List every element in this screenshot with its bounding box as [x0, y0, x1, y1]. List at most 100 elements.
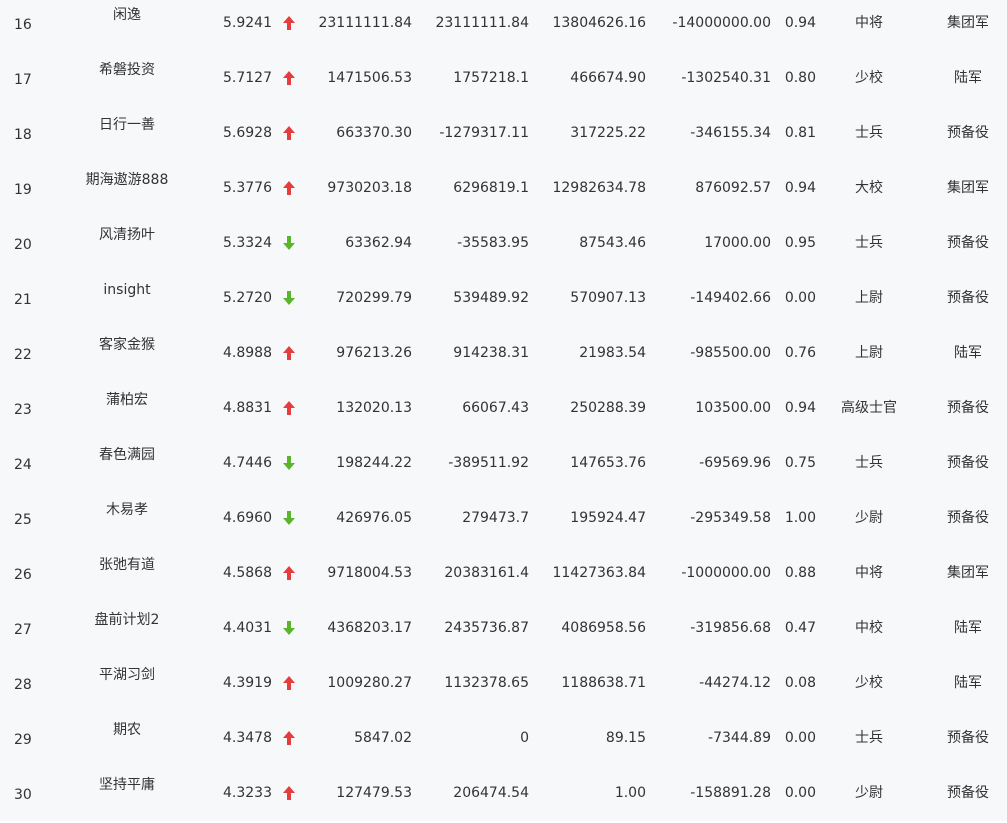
ratio-cell: 0.94 — [784, 400, 816, 416]
rank-cell: 20 — [14, 237, 32, 253]
ratio-cell: 0.94 — [784, 15, 816, 31]
value-2-cell: -389511.92 — [448, 455, 529, 471]
ratio-cell: 0.00 — [784, 290, 816, 306]
trader-name-cell[interactable]: 日行一善 — [72, 98, 182, 153]
trader-name-cell[interactable]: 坚持平庸 — [72, 758, 182, 813]
army-cell: 预备役 — [947, 785, 989, 801]
value-1-cell: 9718004.53 — [327, 565, 412, 581]
rank-cell: 28 — [14, 677, 32, 693]
value-4-cell: -319856.68 — [690, 620, 771, 636]
value-3-cell: 89.15 — [605, 730, 646, 746]
value-2-cell: 66067.43 — [462, 400, 529, 416]
arrow-up-icon — [280, 381, 298, 436]
trader-name-cell[interactable]: 平湖习剑 — [72, 648, 182, 703]
ranking-table: 16 闲逸 5.9241 23111111.84 23111111.84 138… — [0, 0, 1007, 821]
arrow-down-icon — [280, 491, 298, 546]
army-cell: 预备役 — [947, 235, 989, 251]
value-4-cell: -985500.00 — [690, 345, 771, 361]
value-1-cell: 1471506.53 — [327, 70, 412, 86]
value-3-cell: 195924.47 — [570, 510, 646, 526]
value-4-cell: -1302540.31 — [681, 70, 771, 86]
score-cell: 4.8988 — [223, 345, 272, 361]
score-cell: 5.9241 — [223, 15, 272, 31]
value-4-cell: -44274.12 — [699, 675, 771, 691]
trader-name-cell[interactable]: 张弛有道 — [72, 538, 182, 593]
score-cell: 4.5868 — [223, 565, 272, 581]
army-cell: 预备役 — [947, 125, 989, 141]
army-cell: 预备役 — [947, 510, 989, 526]
value-2-cell: -1279317.11 — [439, 125, 529, 141]
value-1-cell: 23111111.84 — [318, 15, 412, 31]
trader-name-cell[interactable]: 蒲柏宏 — [72, 373, 182, 428]
value-2-cell: 20383161.4 — [444, 565, 529, 581]
value-1-cell: 720299.79 — [336, 290, 412, 306]
trader-name-cell[interactable]: 希磐投资 — [72, 43, 182, 98]
trader-name-cell[interactable]: 盘前计划2 — [72, 593, 182, 648]
army-cell: 陆军 — [954, 620, 982, 636]
arrow-down-icon — [280, 271, 298, 326]
score-cell: 4.6960 — [223, 510, 272, 526]
score-cell: 4.7446 — [223, 455, 272, 471]
value-4-cell: -346155.34 — [690, 125, 771, 141]
rank-cell: 25 — [14, 512, 32, 528]
trader-name-cell[interactable]: insight — [72, 263, 182, 318]
military-rank-cell: 少校 — [855, 675, 883, 691]
value-3-cell: 147653.76 — [570, 455, 646, 471]
value-1-cell: 4368203.17 — [327, 620, 412, 636]
ratio-cell: 0.47 — [784, 620, 816, 636]
score-cell: 4.3233 — [223, 785, 272, 801]
value-1-cell: 198244.22 — [336, 455, 412, 471]
table-row[interactable]: 30 坚持平庸 4.3233 127479.53 206474.54 1.00 … — [0, 766, 1007, 821]
rank-cell: 23 — [14, 402, 32, 418]
value-1-cell: 63362.94 — [345, 235, 412, 251]
ratio-cell: 1.00 — [784, 510, 816, 526]
military-rank-cell: 中校 — [855, 620, 883, 636]
arrow-down-icon — [280, 601, 298, 656]
value-2-cell: 0 — [520, 730, 529, 746]
military-rank-cell: 上尉 — [855, 290, 883, 306]
value-4-cell: -69569.96 — [699, 455, 771, 471]
arrow-up-icon — [280, 766, 298, 821]
ratio-cell: 0.00 — [784, 785, 816, 801]
rank-cell: 21 — [14, 292, 32, 308]
score-cell: 5.7127 — [223, 70, 272, 86]
military-rank-cell: 少校 — [855, 70, 883, 86]
rank-cell: 26 — [14, 567, 32, 583]
trader-name-cell[interactable]: 客家金猴 — [72, 318, 182, 373]
ratio-cell: 0.00 — [784, 730, 816, 746]
military-rank-cell: 大校 — [855, 180, 883, 196]
army-cell: 陆军 — [954, 345, 982, 361]
value-1-cell: 663370.30 — [336, 125, 412, 141]
value-4-cell: 876092.57 — [695, 180, 771, 196]
arrow-up-icon — [280, 161, 298, 216]
trader-name-cell[interactable]: 春色满园 — [72, 428, 182, 483]
ratio-cell: 0.75 — [784, 455, 816, 471]
value-2-cell: 206474.54 — [453, 785, 529, 801]
ratio-cell: 0.81 — [784, 125, 816, 141]
value-3-cell: 317225.22 — [570, 125, 646, 141]
trader-name-cell[interactable]: 木易孝 — [72, 483, 182, 538]
value-1-cell: 976213.26 — [336, 345, 412, 361]
trader-name-cell[interactable]: 期海遨游888 — [72, 153, 182, 208]
value-1-cell: 5847.02 — [354, 730, 412, 746]
score-cell: 5.3324 — [223, 235, 272, 251]
value-3-cell: 570907.13 — [570, 290, 646, 306]
trader-name-cell[interactable]: 风清扬叶 — [72, 208, 182, 263]
score-cell: 4.3478 — [223, 730, 272, 746]
military-rank-cell: 中将 — [855, 15, 883, 31]
rank-cell: 18 — [14, 127, 32, 143]
arrow-down-icon — [280, 436, 298, 491]
value-2-cell: 1757218.1 — [453, 70, 529, 86]
value-4-cell: -1000000.00 — [681, 565, 771, 581]
value-3-cell: 87543.46 — [579, 235, 646, 251]
value-2-cell: 279473.7 — [462, 510, 529, 526]
ratio-cell: 0.95 — [784, 235, 816, 251]
trader-name-cell[interactable]: 期农 — [72, 703, 182, 758]
arrow-up-icon — [280, 51, 298, 106]
trader-name-cell[interactable]: 闲逸 — [72, 0, 182, 43]
military-rank-cell: 高级士官 — [841, 400, 897, 416]
value-2-cell: 1132378.65 — [444, 675, 529, 691]
army-cell: 预备役 — [947, 455, 989, 471]
arrow-down-icon — [280, 216, 298, 271]
army-cell: 陆军 — [954, 675, 982, 691]
